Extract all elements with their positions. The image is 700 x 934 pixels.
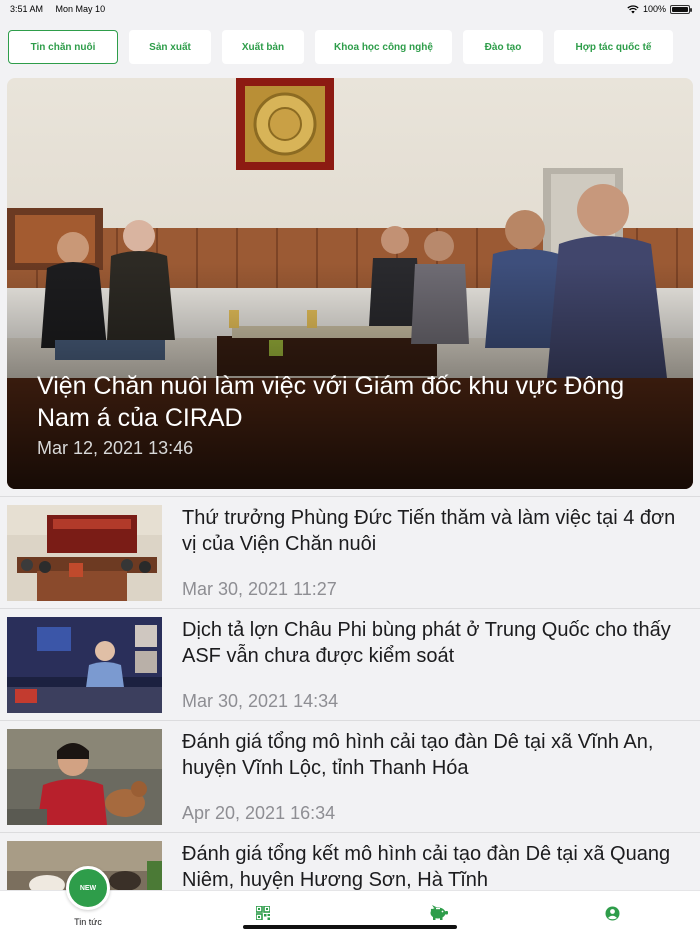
- piggy-bank-icon: [430, 905, 448, 920]
- status-bar: 3:51 AM Mon May 10 100%: [0, 0, 700, 18]
- featured-article-title: Viện Chăn nuôi làm việc với Giám đốc khu…: [37, 372, 625, 432]
- tab-xuat-ban[interactable]: Xuất bản: [222, 30, 304, 64]
- list-item[interactable]: Thứ trưởng Phùng Đức Tiến thăm và làm vi…: [0, 496, 700, 608]
- tab-san-xuat[interactable]: Sản xuất: [129, 30, 211, 64]
- nav-account[interactable]: [525, 891, 700, 934]
- article-title: Thứ trưởng Phùng Đức Tiến thăm và làm vi…: [182, 507, 676, 555]
- tab-tin-chan-nuoi[interactable]: Tin chăn nuôi: [8, 30, 118, 64]
- category-tabs: Tin chăn nuôi Sản xuất Xuất bản Khoa học…: [8, 30, 673, 64]
- tab-khoa-hoc-cong-nghe[interactable]: Khoa học công nghệ: [315, 30, 452, 64]
- status-date: Mon May 10: [55, 4, 106, 14]
- article-date: Apr 20, 2021 16:34: [182, 803, 336, 823]
- news-fab-button[interactable]: NEW: [66, 866, 110, 910]
- wifi-icon: [627, 4, 639, 13]
- article-title: Đánh giá tổng mô hình cải tạo đàn Dê tại…: [182, 731, 654, 779]
- status-time: 3:51 AM: [10, 4, 44, 14]
- article-title: Đánh giá tổng kết mô hình cải tạo đàn Dê…: [182, 843, 671, 891]
- account-icon: [605, 906, 620, 920]
- tab-hop-tac-quoc-te[interactable]: Hợp tác quốc tế: [554, 30, 673, 64]
- home-indicator[interactable]: [243, 925, 457, 929]
- battery-percent: 100%: [642, 4, 666, 14]
- battery-icon: [670, 4, 692, 14]
- article-thumbnail: [7, 729, 162, 825]
- tab-dao-tao[interactable]: Đào tạo: [463, 30, 543, 64]
- list-item[interactable]: Dịch tả lợn Châu Phi bùng phát ở Trung Q…: [0, 608, 700, 720]
- article-thumbnail: [7, 505, 162, 601]
- featured-article-date: Mar 12, 2021 13:46: [37, 438, 194, 458]
- featured-article[interactable]: Viện Chăn nuôi làm việc với Giám đốc khu…: [7, 78, 693, 489]
- article-thumbnail: [7, 617, 162, 713]
- nav-news-label: Tin tức: [74, 917, 102, 927]
- status-right: 100%: [627, 4, 692, 14]
- article-title: Dịch tả lợn Châu Phi bùng phát ở Trung Q…: [182, 619, 671, 667]
- news-icon: NEW: [79, 884, 97, 892]
- status-left: 3:51 AM Mon May 10: [10, 4, 115, 14]
- article-list: Thứ trưởng Phùng Đức Tiến thăm và làm vi…: [0, 496, 700, 934]
- article-date: Mar 30, 2021 11:27: [182, 579, 337, 599]
- qr-code-icon: [255, 906, 270, 920]
- article-date: Mar 30, 2021 14:34: [182, 691, 339, 711]
- list-item[interactable]: Đánh giá tổng mô hình cải tạo đàn Dê tại…: [0, 720, 700, 832]
